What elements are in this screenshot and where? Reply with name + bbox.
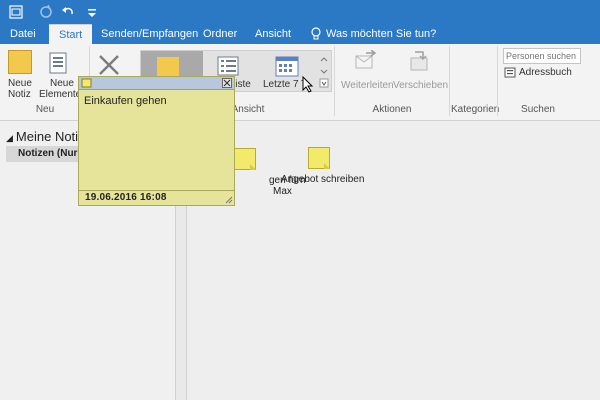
forward-button[interactable]: Weiterleiten: [340, 48, 394, 98]
move-icon: [410, 51, 428, 71]
outlook-app-icon: [9, 5, 23, 19]
people-search-input[interactable]: [503, 48, 581, 64]
forward-label: Weiterleiten: [341, 80, 394, 91]
delete-icon[interactable]: [96, 52, 122, 78]
view-option-list[interactable]: liste: [233, 79, 251, 90]
ribbon-separator: [497, 46, 498, 116]
note-icon: [308, 147, 330, 169]
calendar-icon: [275, 56, 299, 77]
new-items-label-1: Neue: [50, 78, 74, 89]
tab-file[interactable]: Datei: [10, 24, 36, 44]
move-button[interactable]: Verschieben: [393, 48, 449, 98]
list-view-icon: [217, 56, 239, 76]
sticky-note-date: 19.06.2016 16:08: [85, 192, 167, 203]
send-receive-icon[interactable]: [38, 4, 54, 20]
close-icon[interactable]: [222, 78, 232, 88]
notes-view: gen fürn Max Angebot schreiben: [187, 121, 600, 400]
new-items-label-2: Elemente: [39, 89, 82, 100]
tell-me-text: Was möchten Sie tun?: [326, 28, 437, 40]
nav-title[interactable]: ◢ Meine Notiz: [6, 129, 85, 144]
sticky-note-titlebar[interactable]: [79, 77, 234, 90]
address-book-label: Adressbuch: [519, 67, 572, 78]
ribbon-tabs: Datei Start Senden/Empfangen Ordner Ansi…: [0, 24, 600, 45]
group-label-search: Suchen: [521, 104, 555, 115]
group-label-new: Neu: [35, 104, 55, 115]
ribbon-separator: [449, 46, 450, 116]
gallery-scroll-icon[interactable]: [319, 54, 329, 88]
lightbulb-icon: [311, 27, 321, 40]
new-items-icon: [49, 52, 67, 74]
group-label-actions: Aktionen: [372, 104, 412, 115]
nav-title-text: Meine Notiz: [15, 129, 85, 144]
ribbon-separator: [334, 46, 335, 116]
note-icon: [234, 148, 256, 170]
note-item[interactable]: gen fürn Max: [227, 145, 306, 205]
title-bar: [0, 0, 600, 24]
undo-icon[interactable]: [60, 4, 76, 20]
new-note-label-2: Notiz: [8, 89, 31, 100]
collapse-triangle-icon[interactable]: ◢: [6, 133, 13, 143]
sticky-note-text[interactable]: Einkaufen gehen: [84, 95, 167, 107]
note-icon: [8, 50, 32, 74]
group-label-categories: Kategorien: [451, 104, 500, 115]
address-book-icon: [504, 67, 516, 78]
view-option-last-7-days[interactable]: Letzte 7 T: [263, 79, 307, 90]
mouse-cursor-icon: [302, 76, 314, 93]
note-label: Max: [273, 186, 292, 197]
forward-icon: [355, 50, 377, 69]
note-label: Angebot schreiben: [281, 174, 365, 185]
address-book-button[interactable]: Adressbuch: [504, 66, 574, 80]
new-note-button[interactable]: Neue Notiz: [6, 48, 38, 102]
sticky-note-footer: 19.06.2016 16:08: [79, 190, 234, 205]
tab-folder[interactable]: Ordner: [203, 24, 237, 44]
customize-quick-access-icon[interactable]: [84, 4, 100, 20]
sticky-note-window[interactable]: Einkaufen gehen 19.06.2016 16:08: [78, 76, 235, 206]
note-menu-icon[interactable]: [81, 78, 93, 88]
resize-grip-icon[interactable]: [225, 196, 233, 204]
new-items-button[interactable]: Neue Elemente: [39, 48, 82, 102]
move-label: Verschieben: [393, 80, 449, 91]
tab-view[interactable]: Ansicht: [255, 24, 291, 44]
new-note-label-1: Neue: [8, 78, 32, 89]
tab-send-receive[interactable]: Senden/Empfangen: [101, 24, 198, 44]
note-item[interactable]: Angebot schreiben: [281, 145, 371, 185]
tab-start[interactable]: Start: [49, 24, 93, 45]
